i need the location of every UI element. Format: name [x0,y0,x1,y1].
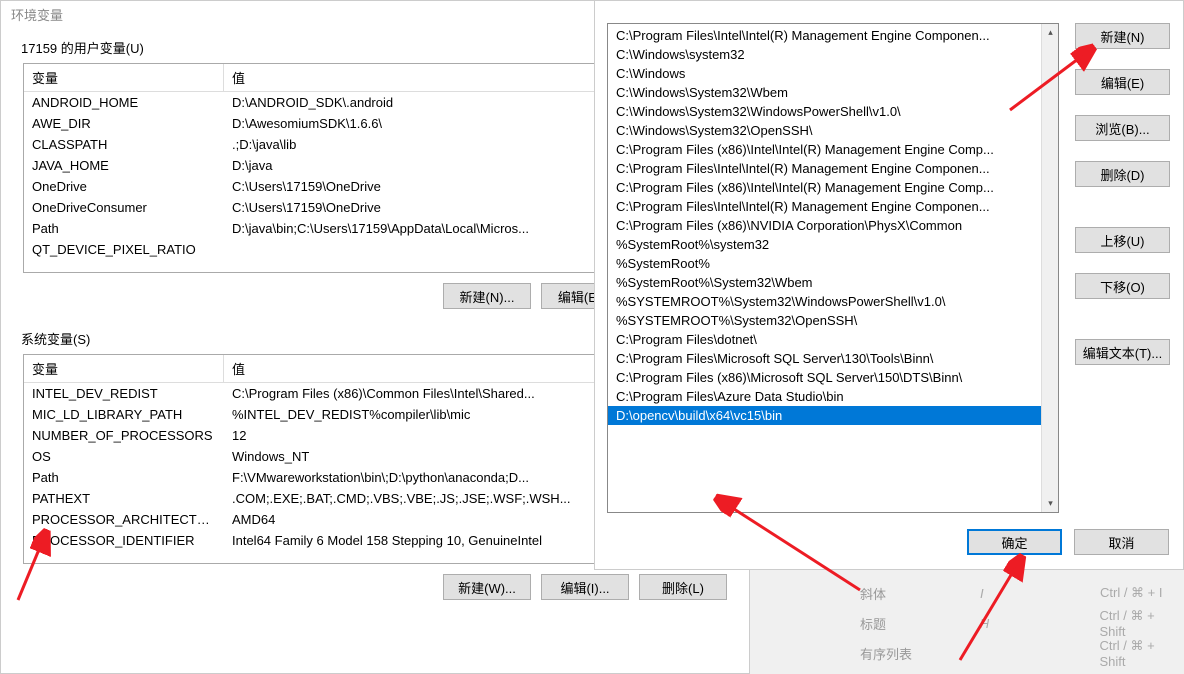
var-name: INTEL_DEV_REDIST [24,384,224,403]
path-item[interactable]: C:\Windows [608,64,1041,83]
path-item[interactable]: %SYSTEMROOT%\System32\OpenSSH\ [608,311,1041,330]
var-name: OneDrive [24,177,224,196]
scrollbar[interactable]: ▴ ▾ [1041,24,1058,512]
path-item[interactable]: C:\Windows\system32 [608,45,1041,64]
path-delete-button[interactable]: 删除(D) [1075,161,1170,187]
background-shortcuts: 斜体 I Ctrl / ⌘ + I 标题 H Ctrl / ⌘ + Shift … [860,578,1184,668]
path-movedown-button[interactable]: 下移(O) [1075,273,1170,299]
var-name: MIC_LD_LIBRARY_PATH [24,405,224,424]
var-name: JAVA_HOME [24,156,224,175]
var-name: Path [24,468,224,487]
scroll-up-icon[interactable]: ▴ [1042,24,1059,41]
path-edittext-button[interactable]: 编辑文本(T)... [1075,339,1170,365]
var-name: PATHEXT [24,489,224,508]
path-item[interactable]: C:\Program Files\dotnet\ [608,330,1041,349]
var-name: CLASSPATH [24,135,224,154]
var-name: AWE_DIR [24,114,224,133]
path-browse-button[interactable]: 浏览(B)... [1075,115,1170,141]
path-item[interactable]: %SystemRoot% [608,254,1041,273]
user-new-button[interactable]: 新建(N)... [443,283,531,309]
var-name: QT_DEVICE_PIXEL_RATIO [24,240,224,259]
path-item[interactable]: C:\Program Files (x86)\Intel\Intel(R) Ma… [608,178,1041,197]
path-item[interactable]: C:\Program Files\Microsoft SQL Server\13… [608,349,1041,368]
col-variable: 变量 [24,64,224,91]
sys-delete-button[interactable]: 删除(L) [639,574,727,600]
var-name: OneDriveConsumer [24,198,224,217]
var-name: Path [24,219,224,238]
var-name: PROCESSOR_IDENTIFIER [24,531,224,550]
scroll-down-icon[interactable]: ▾ [1042,495,1059,512]
col-variable: 变量 [24,355,224,382]
path-item[interactable]: C:\Windows\System32\OpenSSH\ [608,121,1041,140]
path-new-button[interactable]: 新建(N) [1075,23,1170,49]
path-listbox[interactable]: C:\Program Files\Intel\Intel(R) Manageme… [607,23,1059,513]
path-item[interactable]: C:\Program Files\Intel\Intel(R) Manageme… [608,26,1041,45]
edit-path-dialog: C:\Program Files\Intel\Intel(R) Manageme… [594,0,1184,570]
path-item[interactable]: C:\Program Files\Intel\Intel(R) Manageme… [608,197,1041,216]
path-item[interactable]: %SystemRoot%\System32\Wbem [608,273,1041,292]
path-item[interactable]: %SYSTEMROOT%\System32\WindowsPowerShell\… [608,292,1041,311]
path-item[interactable]: C:\Program Files (x86)\NVIDIA Corporatio… [608,216,1041,235]
path-item[interactable]: C:\Program Files (x86)\Microsoft SQL Ser… [608,368,1041,387]
path-item[interactable]: %SystemRoot%\system32 [608,235,1041,254]
path-item[interactable]: C:\Program Files (x86)\Intel\Intel(R) Ma… [608,140,1041,159]
var-name: ANDROID_HOME [24,93,224,112]
sys-new-button[interactable]: 新建(W)... [443,574,531,600]
cancel-button[interactable]: 取消 [1074,529,1169,555]
path-item[interactable]: C:\Program Files\Intel\Intel(R) Manageme… [608,159,1041,178]
path-item[interactable]: C:\Program Files\Azure Data Studio\bin [608,387,1041,406]
var-name: PROCESSOR_ARCHITECTURE [24,510,224,529]
sys-edit-button[interactable]: 编辑(I)... [541,574,629,600]
path-edit-button[interactable]: 编辑(E) [1075,69,1170,95]
path-moveup-button[interactable]: 上移(U) [1075,227,1170,253]
path-item[interactable]: C:\Windows\System32\Wbem [608,83,1041,102]
var-name: NUMBER_OF_PROCESSORS [24,426,224,445]
path-item[interactable]: C:\Windows\System32\WindowsPowerShell\v1… [608,102,1041,121]
ok-button[interactable]: 确定 [967,529,1062,555]
path-item[interactable]: D:\opencv\build\x64\vc15\bin [608,406,1041,425]
var-name: OS [24,447,224,466]
